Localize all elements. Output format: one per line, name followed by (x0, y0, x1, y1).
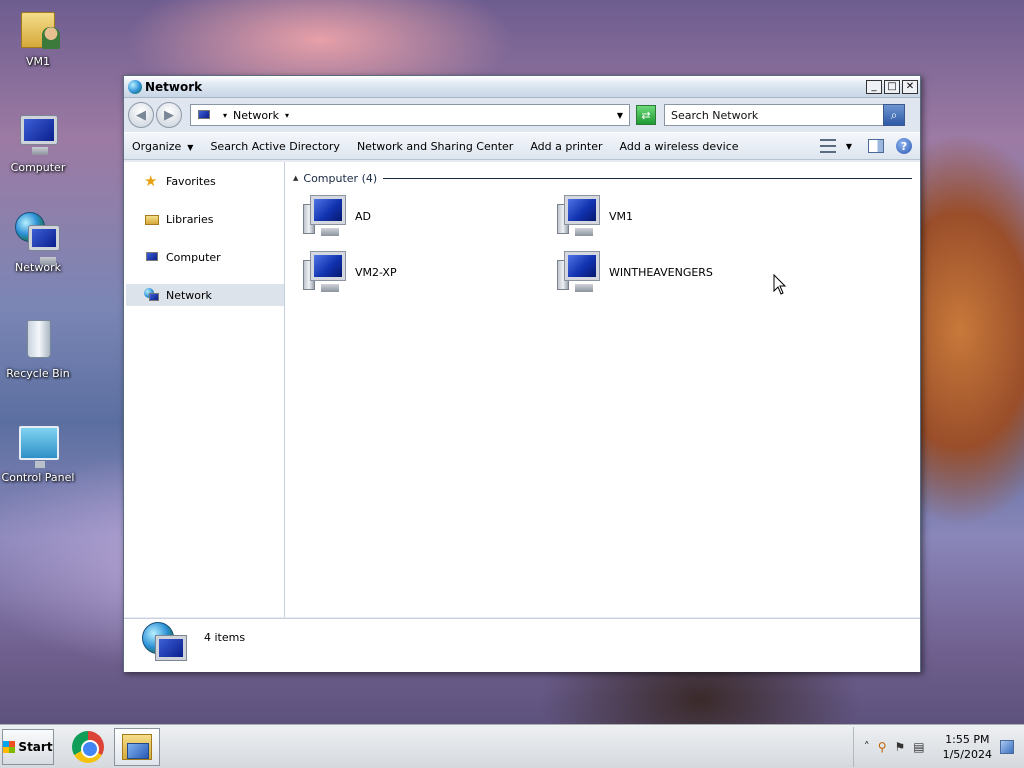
divider (383, 177, 912, 179)
address-bar[interactable]: ▾ Network ▾ ▼ (190, 104, 630, 126)
computer-item-label: VM1 (609, 209, 634, 223)
details-pane: 4 items (124, 618, 920, 672)
show-hidden-icons-icon[interactable]: ˄ (864, 740, 870, 754)
command-bar: Organize ▼ Search Active Directory Networ… (124, 132, 920, 160)
maximize-button[interactable]: □ (884, 79, 900, 94)
search-tray-icon[interactable]: ⚲ (878, 740, 887, 754)
chevron-right-icon[interactable]: ▾ (223, 111, 227, 120)
content-pane: ▲ Computer (4) AD VM1 VM2-XP WINTHEAVENG… (285, 162, 920, 617)
computer-icon (15, 112, 61, 158)
nav-item-label: Computer (166, 250, 221, 264)
taskbar: Start ˄ ⚲ ⚑ ▤ 1:55 PM 1/5/2024 (0, 724, 1024, 768)
explorer-window: Network _ □ ✕ ◀ ▶ ▾ Network ▾ ▼ ⇄ Search… (123, 75, 921, 672)
star-icon: ★ (144, 171, 158, 190)
search-icon[interactable]: ⌕ (883, 104, 905, 126)
desktop-icon-label: Network (15, 261, 61, 274)
window-title: Network (145, 79, 203, 94)
desktop-icon-recycle-bin[interactable]: Recycle Bin (0, 318, 76, 380)
user-folder-icon (15, 6, 61, 52)
computer-icon (557, 194, 603, 238)
taskbar-chrome[interactable] (68, 729, 108, 765)
search-input[interactable]: Search Network (664, 104, 884, 126)
address-row: ◀ ▶ ▾ Network ▾ ▼ ⇄ Search Network ⌕ (124, 98, 920, 132)
network-sharing-center-button[interactable]: Network and Sharing Center (357, 140, 513, 153)
network-icon (195, 108, 211, 122)
explorer-icon (122, 733, 152, 760)
help-icon[interactable]: ? (896, 138, 912, 154)
organize-button[interactable]: Organize ▼ (132, 140, 193, 153)
group-header[interactable]: ▲ Computer (4) (293, 170, 912, 186)
chevron-down-icon[interactable]: ▾ (285, 111, 289, 120)
forward-button[interactable]: ▶ (156, 102, 182, 128)
recycle-bin-icon (15, 318, 61, 364)
address-dropdown-icon[interactable]: ▼ (617, 111, 623, 120)
minimize-button[interactable]: _ (866, 79, 882, 94)
start-button[interactable]: Start (2, 728, 54, 765)
search-active-directory-button[interactable]: Search Active Directory (210, 140, 340, 153)
computer-item-wintheavengers[interactable]: WINTHEAVENGERS (557, 248, 713, 296)
network-icon (144, 287, 160, 303)
computer-item-ad[interactable]: AD (303, 192, 371, 240)
breadcrumb-network[interactable]: Network (233, 109, 279, 122)
chevron-down-icon: ▼ (187, 142, 194, 152)
nav-item-label: Favorites (166, 174, 216, 188)
chevron-down-icon[interactable]: ▼ (846, 142, 852, 151)
nav-item-network[interactable]: Network (126, 284, 284, 306)
network-tray-icon[interactable]: ▤ (913, 740, 924, 754)
computer-icon (144, 250, 160, 265)
chrome-icon (72, 730, 104, 763)
computer-item-vm1[interactable]: VM1 (557, 192, 633, 240)
group-label: Computer (4) (303, 171, 378, 185)
desktop-icon-vm1[interactable]: VM1 (0, 6, 76, 68)
clock[interactable]: 1:55 PM 1/5/2024 (943, 732, 992, 762)
collapse-icon[interactable]: ▲ (293, 174, 298, 182)
navigation-pane: ★ Favorites Libraries Computer Network (124, 162, 285, 617)
add-printer-button[interactable]: Add a printer (530, 140, 602, 153)
clock-date: 1/5/2024 (942, 747, 992, 761)
nav-item-favorites[interactable]: ★ Favorites (124, 170, 284, 192)
close-button[interactable]: ✕ (902, 79, 918, 94)
desktop-icon-label: Control Panel (1, 471, 75, 484)
computer-icon (557, 250, 603, 294)
desktop-icon-label: Recycle Bin (6, 367, 70, 380)
nav-item-label: Network (166, 288, 212, 302)
computer-item-vm2-xp[interactable]: VM2-XP (303, 248, 397, 296)
show-desktop-button[interactable] (1000, 739, 1014, 754)
desktop-icon-label: Computer (10, 161, 66, 174)
system-tray: ˄ ⚲ ⚑ ▤ 1:55 PM 1/5/2024 (852, 726, 1024, 767)
nav-item-libraries[interactable]: Libraries (124, 208, 284, 230)
desktop-icon-network[interactable]: Network (0, 212, 76, 274)
action-center-flag-icon[interactable]: ⚑ (894, 740, 905, 754)
change-view-icon[interactable] (819, 139, 836, 153)
add-wireless-device-button[interactable]: Add a wireless device (620, 140, 739, 153)
start-label: Start (18, 739, 53, 754)
computer-icon (303, 250, 349, 294)
nav-item-label: Libraries (166, 212, 214, 226)
back-button[interactable]: ◀ (128, 102, 154, 128)
network-icon (142, 622, 190, 668)
computer-item-label: VM2-XP (355, 265, 397, 279)
control-panel-icon (15, 422, 61, 468)
network-icon (15, 212, 61, 265)
computer-item-label: WINTHEAVENGERS (609, 265, 713, 279)
preview-pane-icon[interactable] (868, 139, 884, 153)
title-bar[interactable]: Network _ □ ✕ (124, 76, 920, 98)
network-icon (128, 79, 142, 94)
desktop-icon-control-panel[interactable]: Control Panel (0, 422, 76, 484)
window-body: ★ Favorites Libraries Computer Network ▲… (124, 162, 920, 617)
clock-time: 1:55 PM (945, 732, 990, 746)
refresh-button[interactable]: ⇄ (636, 105, 656, 125)
computer-item-label: AD (355, 209, 371, 223)
item-count: 4 items (204, 631, 246, 644)
windows-logo-icon (3, 740, 16, 753)
mouse-cursor-icon (773, 273, 787, 296)
library-icon (144, 212, 160, 227)
desktop-icon-label: VM1 (25, 55, 50, 68)
computer-icon (303, 194, 349, 238)
desktop-icon-computer[interactable]: Computer (0, 112, 76, 174)
taskbar-explorer[interactable] (114, 727, 160, 766)
nav-item-computer[interactable]: Computer (124, 246, 284, 268)
